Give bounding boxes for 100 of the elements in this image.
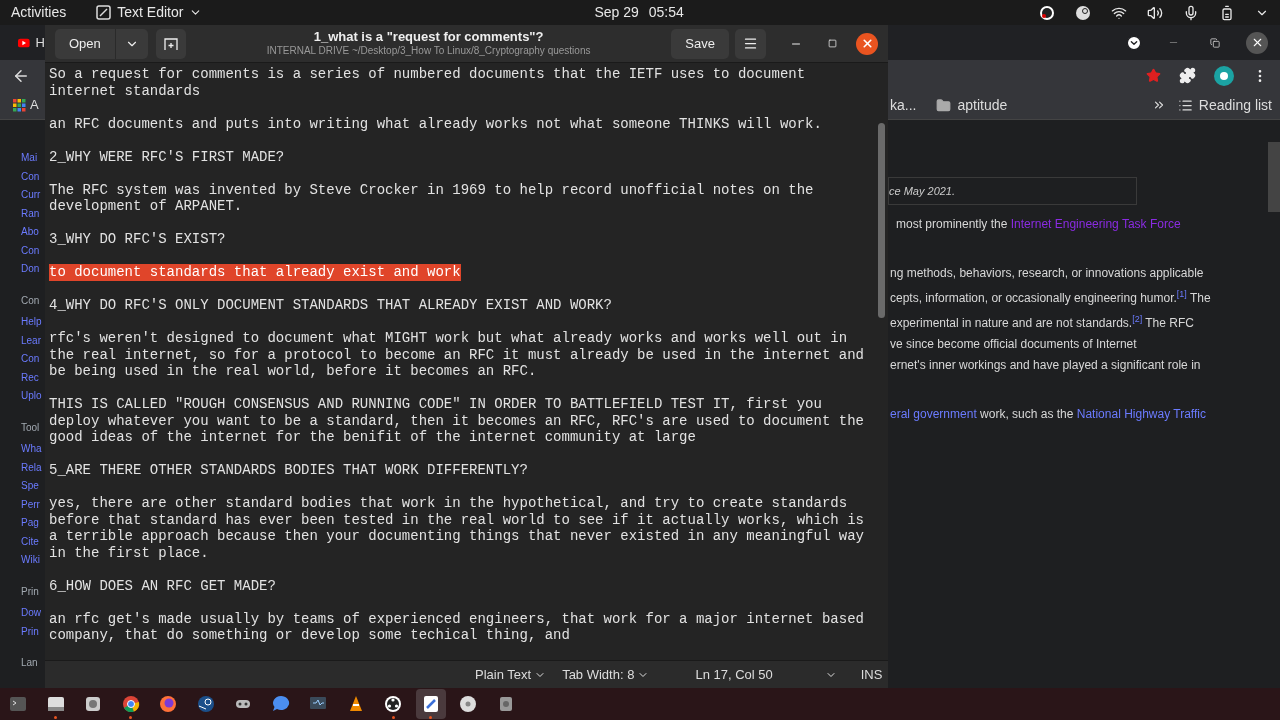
close-button[interactable] <box>1246 31 1268 54</box>
bookmark-folder[interactable]: aptitude <box>936 94 1008 116</box>
sidebar-heading: Con <box>21 293 41 308</box>
sidebar-link[interactable]: Help <box>21 313 45 332</box>
sidebar-link[interactable]: Abo <box>21 223 45 242</box>
sidebar-link[interactable]: Wiki <box>21 551 45 570</box>
text-line: a terrible approach because then your documenting things that never existed in any meaningful way <box>49 528 864 545</box>
sidebar-link[interactable]: Rela <box>21 458 45 477</box>
text-line: an rfc get's made usually by teams of experienced engineers, that work for a major internet based <box>49 610 864 627</box>
activities-button[interactable]: Activities <box>11 2 67 23</box>
fox-icon <box>158 694 178 714</box>
sidebar-link[interactable]: Mai <box>21 149 45 168</box>
sidebar-link[interactable]: Con <box>21 167 45 186</box>
window-icon <box>45 694 66 714</box>
reference-link[interactable]: [1] <box>1176 289 1187 299</box>
text-line: 3_WHY DO RFC'S EXIST? <box>49 231 226 248</box>
bookmark-star-icon[interactable] <box>1146 68 1161 83</box>
article-link[interactable]: eral government <box>890 407 977 421</box>
new-tab-button[interactable] <box>155 28 186 59</box>
notice-text: ce May 2021. <box>889 183 956 199</box>
text-line: THIS IS CALLED "ROUGH CONSENSUS AND RUNNING CODE" IN ORDER TO BATTLEFIELD TEST IT, first you <box>49 396 822 413</box>
menu-button[interactable] <box>735 28 766 59</box>
list-icon <box>1177 97 1193 113</box>
text-line: 2_WHY WERE RFC'S FIRST MADE? <box>49 148 285 165</box>
sidebar-heading: Prin <box>21 584 40 599</box>
scrollbar-thumb[interactable] <box>1268 142 1280 212</box>
article-line: ng methods, behaviors, research, or innovations applicable <box>890 265 1205 282</box>
record-icon <box>1039 4 1055 21</box>
browser-icon <box>120 694 141 714</box>
terminal-icon <box>8 694 28 714</box>
steam-icon <box>195 694 216 714</box>
text-line: 4_WHY DO RFC'S ONLY DOCUMENT STANDARDS THAT ALREADY EXIST AND WORK? <box>49 297 612 314</box>
menu-icon <box>743 36 758 51</box>
folder-icon <box>936 97 952 113</box>
apps-grid-icon <box>13 98 26 112</box>
taskbar-app[interactable] <box>415 689 446 719</box>
text-line: The RFC system was invented by Steve Crocker in 1969 to help record unofficial notes on the <box>49 181 814 198</box>
tab-search-icon[interactable] <box>1126 34 1142 51</box>
text-line: in the first place. <box>49 544 209 561</box>
selected-text: to document standards that already exist and work <box>49 264 461 281</box>
restore-icon <box>1210 37 1220 48</box>
close-icon <box>860 37 874 50</box>
insert-mode[interactable]: INS <box>860 664 883 685</box>
text-line: rfc's weren't designed to document what MIGHT work but what already works and works well out in <box>49 330 848 347</box>
text-line: internet standards <box>49 82 201 99</box>
sidebar-link[interactable]: Wha <box>21 440 45 459</box>
sidebar-link[interactable]: Cite <box>21 532 45 551</box>
text-line: good ideas of the internet for the benifit of the internet community at large <box>49 429 696 446</box>
language-menu[interactable]: Plain Text <box>475 664 547 685</box>
sidebar-link[interactable]: Con <box>21 241 45 260</box>
window-title: 1_what is a "request for comments"? <box>313 29 544 46</box>
save-button[interactable]: Save <box>671 28 729 59</box>
sidebar-link[interactable]: Ran <box>21 204 45 223</box>
sidebar-link[interactable]: Don <box>21 260 45 279</box>
sidebar-link[interactable]: Curr <box>21 186 45 205</box>
tab-title[interactable]: H <box>35 32 45 53</box>
sidebar-link[interactable]: Spe <box>21 477 45 496</box>
sidebar-link[interactable]: Perr <box>21 495 45 514</box>
bookmark[interactable]: A <box>30 95 39 115</box>
disc-icon <box>458 694 478 714</box>
sidebar-link[interactable]: Lear <box>21 331 45 350</box>
text-line: company, that do something or develop some techical thing, and <box>49 627 570 644</box>
maximize-icon <box>827 39 837 48</box>
article-line: experimental in nature and are not standards.$^{[2]}$ The RFC <box>890 313 1195 332</box>
bookmark[interactable]: ka... <box>890 94 917 116</box>
article-line: eral government work, such as the National Highway Traffic <box>890 406 1207 423</box>
sidebar-link[interactable]: Pag <box>21 514 45 533</box>
cursor-position-menu[interactable]: Ln 17, Col 50 <box>695 664 837 685</box>
sidebar-link[interactable]: Rec <box>21 368 45 387</box>
reference-link[interactable]: [2] <box>1132 314 1143 324</box>
sidebar-link[interactable]: Prin <box>21 622 45 641</box>
dial-icon <box>383 694 403 714</box>
open-button[interactable]: Open <box>55 28 116 59</box>
close-button[interactable] <box>856 32 878 55</box>
app-menu[interactable]: Text Editor <box>96 2 203 23</box>
article-line: cepts, information, or occasionally engineering humor.$^{[1]}$ The <box>890 288 1212 307</box>
article-line: ve since become official documents of Internet <box>890 336 1138 353</box>
sidebar-heading: Lan <box>21 656 39 670</box>
text-line: 5_ARE THERE OTHER STANDARDS BODIES THAT WORK DIFFERENTLY? <box>49 462 528 479</box>
file-path: INTERNAL DRIVE ~/Desktop/3_How To Linux/8_Cryptography questions <box>266 45 591 58</box>
extensions-icon[interactable] <box>1179 67 1196 84</box>
sidebar-link[interactable]: Con <box>21 350 45 369</box>
sidebar-link[interactable]: Dow <box>21 604 45 623</box>
text-line: be being used in the real world, before it becomes an RFC. <box>49 363 537 380</box>
text-line: yes, there are other standard bodies that work in the hypothetical, and try to create standards <box>49 495 848 512</box>
text-line: deploy whatever you want to be a standard, then it becomes an RFC, RFC's are used to document the <box>49 412 864 429</box>
text-line: So a request for comments is a series of numbered documents that the IETF uses to document <box>49 66 806 83</box>
text-line: development of ARPANET. <box>49 198 243 215</box>
clock[interactable]: Sep 29 05:54 <box>594 2 684 23</box>
sidebar-heading: Tool <box>21 420 41 435</box>
tab-width-menu[interactable]: Tab Width: 8 <box>562 664 650 685</box>
text-line: before that standard has ever been tested in the real world to see if it actually works, which is <box>49 511 864 528</box>
article-link[interactable]: National Highway Traffic <box>1076 407 1206 421</box>
new-tab-icon <box>162 35 179 52</box>
sidebar-link[interactable]: Uplo <box>21 387 45 406</box>
text-line: an RFC documents and puts into writing what already works not what someone THINKS will work. <box>49 115 822 132</box>
profile-avatar[interactable] <box>1214 65 1234 86</box>
article-link[interactable]: Internet Engineering Task Force <box>1010 217 1181 231</box>
reading-list-button[interactable]: Reading list <box>1177 94 1272 116</box>
scrollbar-thumb[interactable] <box>878 123 885 318</box>
